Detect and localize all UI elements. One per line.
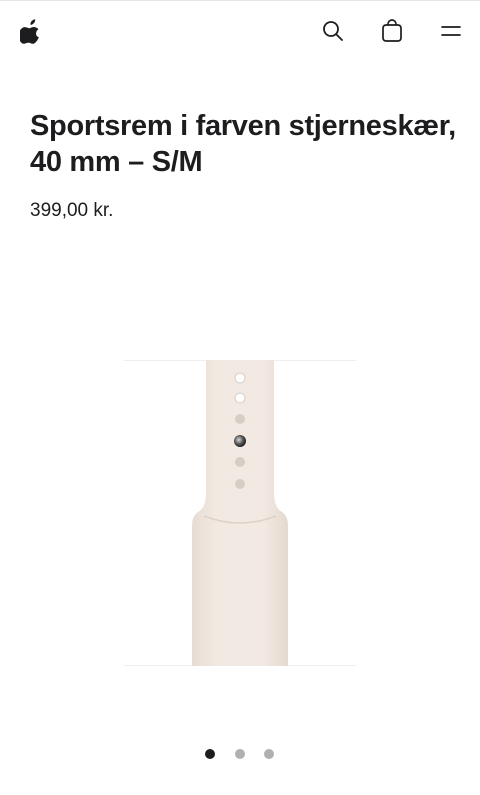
shopping-bag-icon[interactable] (377, 16, 407, 46)
product-title: Sportsrem i farven stjerneskær, 40 mm – … (30, 108, 460, 180)
band-hole (234, 372, 246, 384)
global-nav (0, 2, 480, 62)
gallery-dot-2[interactable] (235, 749, 245, 759)
product-image-sport-band[interactable] (124, 360, 356, 666)
top-divider (0, 0, 480, 1)
gallery-pagination (0, 747, 480, 761)
apple-logo-icon[interactable] (16, 16, 46, 46)
band-pin (234, 435, 246, 447)
gallery-dot-3[interactable] (264, 749, 274, 759)
band-hole (235, 414, 245, 424)
band-hole (234, 392, 246, 404)
band-hole (235, 479, 245, 489)
product-price: 399,00 kr. (30, 200, 114, 221)
search-icon[interactable] (318, 16, 348, 46)
gallery-dot-1[interactable] (205, 749, 215, 759)
product-title-line-1: Sportsrem i farven stjerneskær, (30, 110, 456, 142)
menu-icon[interactable] (436, 16, 466, 46)
band-strap (192, 360, 288, 666)
product-title-line-2: 40 mm – S/M (30, 146, 203, 178)
band-hole (235, 457, 245, 467)
